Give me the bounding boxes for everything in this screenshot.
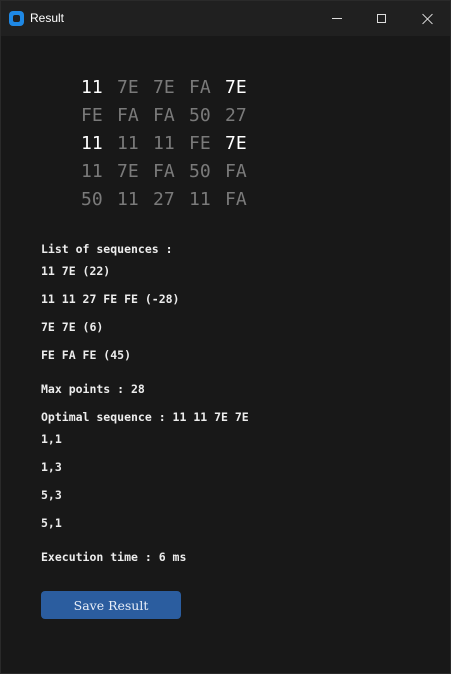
- matrix-cell: 11: [81, 161, 103, 182]
- close-button[interactable]: [405, 1, 450, 36]
- matrix-row: FE FA FA 50 27: [81, 104, 261, 132]
- result-window: Result 11 7E 7E FA 7E FE FA FA 50 27 11 11 11 FE 7E 11 7…: [0, 0, 451, 674]
- matrix-cell: 50: [189, 105, 211, 126]
- sequence-item: 11 11 27 FE FE (-28): [41, 292, 180, 306]
- matrix-cell: 7E: [225, 133, 247, 154]
- sequence-item: 11 7E (22): [41, 264, 111, 278]
- matrix-row: 11 11 11 FE 7E: [81, 132, 261, 160]
- matrix-cell: FA: [153, 105, 175, 126]
- coordinate: 1,1: [41, 432, 62, 446]
- matrix-cell: FA: [153, 161, 175, 182]
- execution-time: Execution time : 6 ms: [41, 550, 187, 564]
- matrix-cell: 7E: [153, 77, 175, 98]
- save-result-button[interactable]: Save Result: [41, 591, 181, 619]
- title-bar[interactable]: Result: [1, 1, 450, 36]
- matrix-row: 11 7E 7E FA 7E: [81, 76, 261, 104]
- window-title: Result: [30, 11, 65, 25]
- matrix-row: 50 11 27 11 FA: [81, 188, 261, 216]
- matrix-cell: 7E: [117, 77, 139, 98]
- sequence-item: FE FA FE (45): [41, 348, 132, 362]
- matrix-cell: 50: [81, 189, 103, 210]
- max-points: Max points : 28: [41, 382, 145, 396]
- matrix-cell: FA: [189, 77, 211, 98]
- matrix-cell: FA: [225, 161, 247, 182]
- token-matrix: 11 7E 7E FA 7E FE FA FA 50 27 11 11 11 FE 7E 11 7E FA 50 FA…: [81, 76, 261, 216]
- matrix-cell: 11: [117, 133, 139, 154]
- matrix-cell: 11: [81, 77, 103, 98]
- coordinate: 5,3: [41, 488, 62, 502]
- maximize-button[interactable]: [359, 1, 404, 36]
- matrix-cell: 27: [153, 189, 175, 210]
- coordinate: 5,1: [41, 516, 62, 530]
- matrix-cell: 7E: [117, 161, 139, 182]
- app-icon: [9, 11, 24, 26]
- matrix-cell: 50: [189, 161, 211, 182]
- matrix-row: 11 7E FA 50 FA: [81, 160, 261, 188]
- matrix-cell: 11: [81, 133, 103, 154]
- sequence-item: 7E 7E (6): [41, 320, 104, 334]
- maximize-icon: [377, 14, 386, 23]
- matrix-cell: 11: [117, 189, 139, 210]
- coordinate: 1,3: [41, 460, 62, 474]
- matrix-cell: FA: [225, 189, 247, 210]
- matrix-cell: FE: [189, 133, 211, 154]
- matrix-cell: 7E: [225, 77, 247, 98]
- matrix-cell: 11: [189, 189, 211, 210]
- minimize-button[interactable]: [314, 1, 359, 36]
- matrix-cell: 11: [153, 133, 175, 154]
- matrix-cell: 27: [225, 105, 247, 126]
- optimal-sequence: Optimal sequence : 11 11 7E 7E: [41, 410, 249, 424]
- matrix-cell: FE: [81, 105, 103, 126]
- matrix-cell: FA: [117, 105, 139, 126]
- sequences-heading: List of sequences :: [41, 242, 173, 256]
- close-icon: [422, 13, 433, 24]
- minimize-icon: [331, 18, 342, 19]
